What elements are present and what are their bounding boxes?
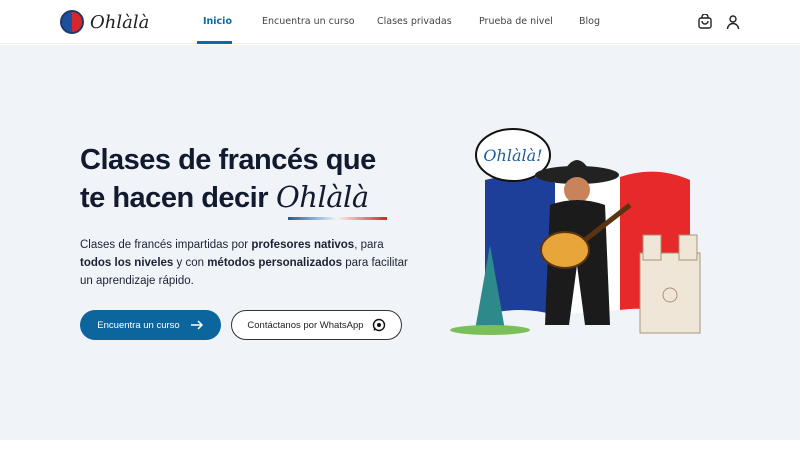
hero-description: Clases de francés impartidas por profeso… [80, 239, 408, 287]
nav-prueba-nivel[interactable]: Prueba de nivel [479, 16, 553, 27]
logo[interactable]: Ohlàlà [60, 10, 149, 34]
find-course-button[interactable]: Encuentra un curso [80, 310, 221, 340]
nav-blog[interactable]: Blog [579, 16, 600, 27]
cart-icon[interactable] [697, 14, 713, 30]
hero-illustration: Ohlàlà! [450, 128, 701, 335]
guitar-icon [540, 231, 590, 269]
nav-encuentra-curso[interactable]: Encuentra un curso [262, 16, 355, 27]
active-nav-indicator [197, 41, 232, 44]
logo-text: Ohlàlà [90, 11, 150, 33]
notre-dame-icon [639, 252, 701, 334]
nav-inicio[interactable]: Inicio [203, 16, 232, 27]
speech-bubble-text: Ohlàlà! [483, 146, 542, 165]
tricolor-underline [288, 217, 387, 220]
arrow-right-icon [190, 320, 203, 330]
user-icon[interactable] [725, 14, 741, 30]
whatsapp-icon [372, 318, 385, 332]
hero-title-script: Ohlàlà [276, 180, 369, 214]
hero-title: Clases de francés que te hacen decir Ohlàl… [80, 144, 376, 214]
site-header: Ohlàlà Inicio Encuentra un curso Clases … [0, 0, 800, 44]
whatsapp-contact-button[interactable]: Contáctanos por WhatsApp [231, 310, 402, 340]
nav-clases-privadas[interactable]: Clases privadas [377, 16, 452, 27]
logo-emblem-icon [60, 10, 84, 34]
